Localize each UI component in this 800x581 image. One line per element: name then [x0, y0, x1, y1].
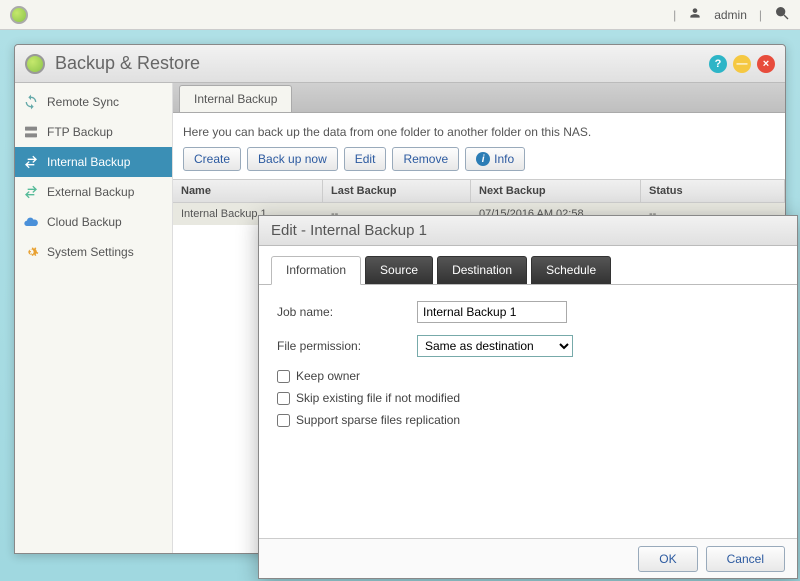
col-status[interactable]: Status: [641, 180, 785, 202]
tab-internal-backup[interactable]: Internal Backup: [179, 85, 292, 112]
col-last-backup[interactable]: Last Backup: [323, 180, 471, 202]
sidebar-item-internal-backup[interactable]: Internal Backup: [15, 147, 172, 177]
app-logo-icon: [25, 54, 45, 74]
description-text: Here you can back up the data from one f…: [173, 113, 785, 147]
skip-existing-label: Skip existing file if not modified: [296, 391, 460, 405]
edit-button[interactable]: Edit: [344, 147, 387, 171]
sync-icon: [23, 94, 39, 110]
separator: |: [759, 8, 762, 22]
create-button[interactable]: Create: [183, 147, 241, 171]
gear-icon: [23, 244, 39, 260]
sparse-files-checkbox[interactable]: [277, 414, 290, 427]
window-titlebar[interactable]: Backup & Restore ? — ×: [15, 45, 785, 83]
info-label: Info: [494, 152, 514, 166]
sparse-files-label: Support sparse files replication: [296, 413, 460, 427]
arrow-swap-icon: [23, 154, 39, 170]
table-header: Name Last Backup Next Backup Status: [173, 179, 785, 203]
sidebar-item-label: Remote Sync: [47, 95, 119, 109]
tab-information[interactable]: Information: [271, 256, 361, 285]
sidebar-item-label: External Backup: [47, 185, 134, 199]
toolbar: Create Back up now Edit Remove i Info: [173, 147, 785, 179]
sidebar-item-label: Internal Backup: [47, 155, 130, 169]
info-button[interactable]: i Info: [465, 147, 525, 171]
username-label[interactable]: admin: [714, 8, 747, 22]
keep-owner-checkbox[interactable]: [277, 370, 290, 383]
sidebar-item-system-settings[interactable]: System Settings: [15, 237, 172, 267]
sidebar-item-cloud-backup[interactable]: Cloud Backup: [15, 207, 172, 237]
arrow-swap-icon: [23, 184, 39, 200]
sidebar-item-label: Cloud Backup: [47, 215, 122, 229]
keep-owner-label: Keep owner: [296, 369, 360, 383]
sidebar-item-label: System Settings: [47, 245, 134, 259]
backup-now-button[interactable]: Back up now: [247, 147, 338, 171]
search-icon[interactable]: [774, 5, 790, 24]
cancel-button[interactable]: Cancel: [706, 546, 785, 572]
minimize-button[interactable]: —: [733, 55, 751, 73]
info-icon: i: [476, 152, 490, 166]
close-button[interactable]: ×: [757, 55, 775, 73]
tab-strip: Internal Backup: [173, 83, 785, 113]
file-permission-label: File permission:: [277, 339, 417, 353]
job-name-label: Job name:: [277, 305, 417, 319]
sidebar-item-remote-sync[interactable]: Remote Sync: [15, 87, 172, 117]
window-title: Backup & Restore: [55, 53, 200, 74]
col-next-backup[interactable]: Next Backup: [471, 180, 641, 202]
tab-destination[interactable]: Destination: [437, 256, 527, 284]
file-permission-select[interactable]: Same as destination: [417, 335, 573, 357]
help-button[interactable]: ?: [709, 55, 727, 73]
dialog-tabs: Information Source Destination Schedule: [259, 246, 797, 285]
separator: |: [673, 8, 676, 22]
skip-existing-checkbox[interactable]: [277, 392, 290, 405]
dialog-body: Job name: File permission: Same as desti…: [259, 285, 797, 538]
sidebar-item-ftp-backup[interactable]: FTP Backup: [15, 117, 172, 147]
server-icon: [23, 124, 39, 140]
edit-dialog: Edit - Internal Backup 1 Information Sou…: [258, 215, 798, 579]
os-logo-icon[interactable]: [10, 6, 28, 24]
sidebar: Remote Sync FTP Backup Internal Backup E…: [15, 83, 173, 553]
tab-schedule[interactable]: Schedule: [531, 256, 611, 284]
dialog-footer: OK Cancel: [259, 538, 797, 578]
ok-button[interactable]: OK: [638, 546, 697, 572]
tab-source[interactable]: Source: [365, 256, 433, 284]
sidebar-item-external-backup[interactable]: External Backup: [15, 177, 172, 207]
cloud-icon: [23, 214, 39, 230]
os-topbar: | admin |: [0, 0, 800, 30]
user-icon[interactable]: [688, 6, 702, 23]
sidebar-item-label: FTP Backup: [47, 125, 113, 139]
job-name-input[interactable]: [417, 301, 567, 323]
dialog-title[interactable]: Edit - Internal Backup 1: [259, 216, 797, 246]
remove-button[interactable]: Remove: [392, 147, 459, 171]
col-name[interactable]: Name: [173, 180, 323, 202]
